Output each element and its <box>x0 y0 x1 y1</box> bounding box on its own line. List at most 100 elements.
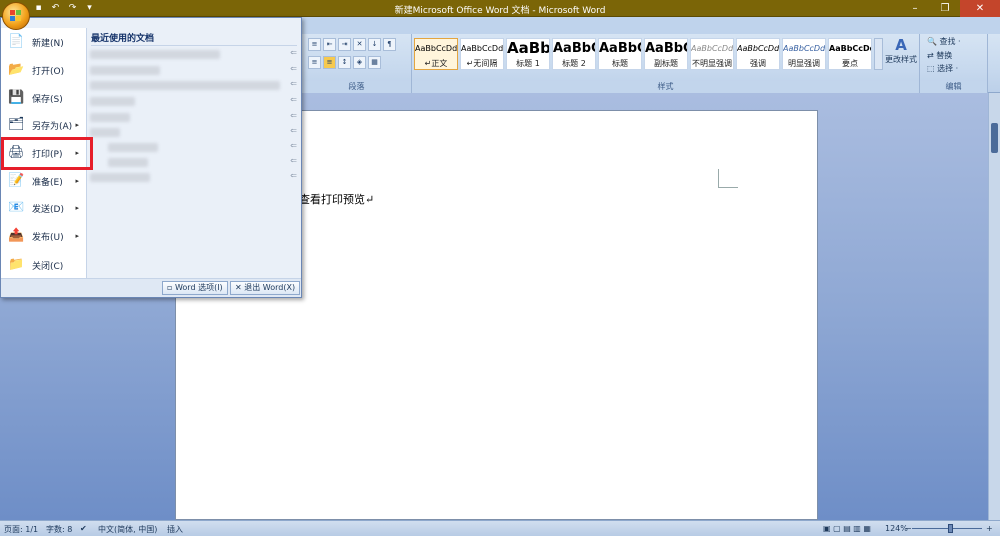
recent-documents-title: 最近使用的文档 <box>91 34 155 44</box>
recent-doc-item[interactable]: ⇐ <box>88 171 301 183</box>
style-name: 不明显强调 <box>692 59 732 68</box>
style-no-spacing[interactable]: AaBbCcDd ↵无间隔 <box>460 38 504 70</box>
pin-icon[interactable]: ⇐ <box>290 141 297 150</box>
pin-icon[interactable]: ⇐ <box>290 48 297 57</box>
document-text[interactable]: 查看打印预览↵ <box>299 191 374 207</box>
office-button[interactable] <box>2 2 30 30</box>
decrease-indent-icon[interactable]: ⇤ <box>323 38 336 51</box>
restore-icon[interactable]: ❐ <box>930 0 960 17</box>
increase-indent-icon[interactable]: ⇥ <box>338 38 351 51</box>
menu-item-close[interactable]: 📁 关闭(C) <box>1 253 87 277</box>
sort-icon[interactable]: ↓ <box>368 38 381 51</box>
change-styles-button[interactable]: A 更改样式 <box>884 36 918 72</box>
pin-icon[interactable]: ⇐ <box>290 95 297 104</box>
recent-doc-item[interactable]: ⇐ <box>88 141 301 153</box>
language[interactable]: 中文(简体, 中国) <box>98 524 157 535</box>
style-heading-2[interactable]: AaBbC 标题 2 <box>552 38 596 70</box>
style-sample: AaBbCcDd <box>691 44 733 53</box>
recent-doc-item[interactable]: ⇐ <box>88 156 301 168</box>
pin-icon[interactable]: ⇐ <box>290 156 297 165</box>
pin-icon[interactable]: ⇐ <box>290 171 297 180</box>
recent-doc-item[interactable]: ⇐ <box>88 79 301 91</box>
vertical-scrollbar[interactable] <box>988 93 1000 520</box>
find-button[interactable]: 🔍 查找 · <box>927 36 961 47</box>
paragraph-group: ≡ ⇤ ⇥ ✕ ↓ ¶ ≡ ≡ ↕ ◈ ▦ 段落 <box>302 34 412 93</box>
line-spacing-icon[interactable]: ↕ <box>338 56 351 69</box>
style-subtitle[interactable]: AaBbC 副标题 <box>644 38 688 70</box>
close-icon[interactable]: ✕ <box>960 0 1000 17</box>
menu-item-label: 打开(O) <box>32 66 65 77</box>
style-normal[interactable]: AaBbCcDd ↵正文 <box>414 38 458 70</box>
select-button[interactable]: ⬚ 选择 · <box>927 63 958 74</box>
pin-icon[interactable]: ⇐ <box>290 79 297 88</box>
status-bar: 页面: 1/1 字数: 8 ✔ 中文(简体, 中国) 插入 ▣ ▢ ▤ ▥ ▦ … <box>0 520 1000 536</box>
recent-doc-item[interactable]: ⇐ <box>88 126 301 138</box>
change-styles-icon: A <box>895 36 907 54</box>
word-count[interactable]: 字数: 8 <box>46 524 72 535</box>
style-subtle-emphasis[interactable]: AaBbCcDd 不明显强调 <box>690 38 734 70</box>
zoom-in-icon[interactable]: + <box>986 524 993 533</box>
replace-label: 替换 <box>936 51 953 60</box>
style-intense-emphasis[interactable]: AaBbCcDd 明显强调 <box>782 38 826 70</box>
borders-icon[interactable]: ▦ <box>368 56 381 69</box>
open-folder-icon: 📂 <box>8 62 25 77</box>
shading-icon[interactable]: ◈ <box>353 56 366 69</box>
divider <box>91 45 297 46</box>
page-count[interactable]: 页面: 1/1 <box>4 524 38 535</box>
word-options-button[interactable]: ▫ Word 选项(I) <box>162 281 228 295</box>
menu-item-save-as[interactable]: 🗂 另存为(A) ▸ <box>1 113 87 137</box>
style-emphasis[interactable]: AaBbCcDd 强调 <box>736 38 780 70</box>
distributed-align-icon[interactable]: ≡ <box>323 56 336 69</box>
view-buttons[interactable]: ▣ ▢ ▤ ▥ ▦ <box>823 524 871 533</box>
recent-doc-item[interactable]: ⇐ <box>88 48 301 60</box>
change-styles-label: 更改样式 <box>885 55 917 64</box>
minimize-icon[interactable]: – <box>900 0 930 17</box>
menu-item-new[interactable]: 📄 新建(N) <box>1 30 87 54</box>
window-controls: – ❐ ✕ <box>900 0 1000 17</box>
style-sample: AaBbCcDd <box>461 44 503 53</box>
menu-item-save[interactable]: 💾 保存(S) <box>1 86 87 110</box>
menu-item-open[interactable]: 📂 打开(O) <box>1 58 87 82</box>
style-strong[interactable]: AaBbCcDd 要点 <box>828 38 872 70</box>
show-marks-icon[interactable]: ¶ <box>383 38 396 51</box>
insert-mode[interactable]: 插入 <box>167 524 183 535</box>
recent-doc-item[interactable]: ⇐ <box>88 95 301 107</box>
style-sample: AaBb <box>507 39 549 57</box>
styles-gallery-scroll[interactable] <box>874 38 883 70</box>
pin-icon[interactable]: ⇐ <box>290 126 297 135</box>
office-menu-footer: ▫ Word 选项(I) ✕ 退出 Word(X) <box>1 278 301 297</box>
proofing-icon[interactable]: ✔ <box>80 524 87 533</box>
exit-word-button[interactable]: ✕ 退出 Word(X) <box>230 281 301 295</box>
publish-icon: 📤 <box>8 228 25 243</box>
style-sample: AaBbC <box>553 41 595 56</box>
submenu-arrow-icon: ▸ <box>75 177 79 185</box>
style-title[interactable]: AaBbC 标题 <box>598 38 642 70</box>
align-justify-icon[interactable]: ≡ <box>308 56 321 69</box>
recent-doc-item[interactable]: ⇐ <box>88 64 301 76</box>
menu-item-label: 发送(D) <box>32 204 64 215</box>
crop-mark <box>718 169 738 188</box>
multilevel-list-icon[interactable]: ≡ <box>308 38 321 51</box>
find-label: 查找 · <box>939 37 961 46</box>
chinese-layout-icon[interactable]: ✕ <box>353 38 366 51</box>
style-sample: AaBbCcDd <box>737 44 779 53</box>
menu-item-prepare[interactable]: 📝 准备(E) ▸ <box>1 169 87 193</box>
style-name: ↵无间隔 <box>466 59 498 68</box>
title-bar: ▪ ↶ ↷ ▾ 新建Microsoft Office Word 文档 - Mic… <box>0 0 1000 17</box>
pin-icon[interactable]: ⇐ <box>290 64 297 73</box>
style-sample: AaBbCcDd <box>783 44 825 53</box>
zoom-slider[interactable] <box>912 528 982 529</box>
menu-item-label: 新建(N) <box>32 38 64 49</box>
style-heading-1[interactable]: AaBb 标题 1 <box>506 38 550 70</box>
submenu-arrow-icon: ▸ <box>75 204 79 212</box>
pin-icon[interactable]: ⇐ <box>290 111 297 120</box>
blurred-filename <box>90 173 150 182</box>
zoom-slider-thumb[interactable] <box>948 524 953 533</box>
style-name: 强调 <box>750 59 766 68</box>
zoom-out-icon[interactable]: − <box>905 524 912 533</box>
menu-item-send[interactable]: 📧 发送(D) ▸ <box>1 196 87 220</box>
menu-item-publish[interactable]: 📤 发布(U) ▸ <box>1 224 87 248</box>
scrollbar-thumb[interactable] <box>991 123 998 153</box>
recent-doc-item[interactable]: ⇐ <box>88 111 301 123</box>
replace-button[interactable]: ⇄ 替换 <box>927 50 952 61</box>
